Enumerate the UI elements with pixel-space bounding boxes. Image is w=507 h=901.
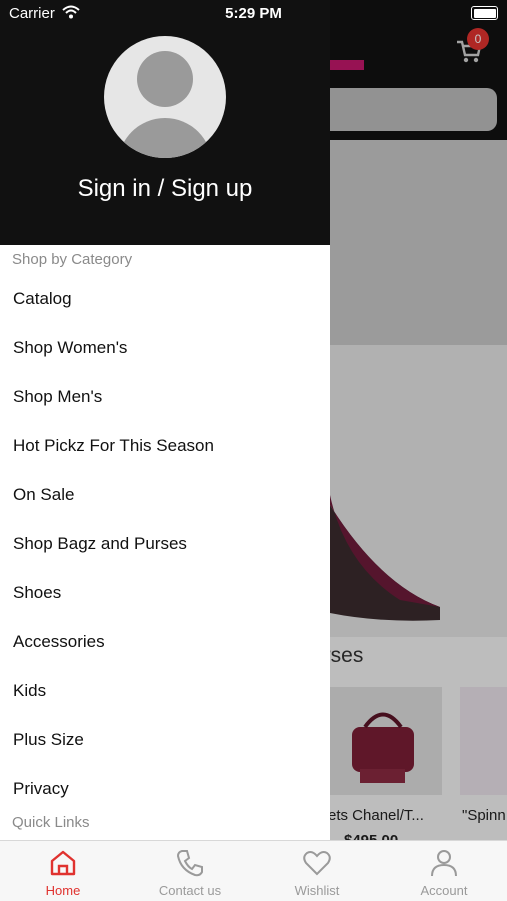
menu-item-plus-size[interactable]: Plus Size xyxy=(13,730,84,750)
section-label-shop-by-category: Shop by Category xyxy=(12,251,133,268)
tab-home[interactable]: Home xyxy=(0,841,126,901)
menu-item-shop-womens[interactable]: Shop Women's xyxy=(13,338,127,358)
menu-item-kids[interactable]: Kids xyxy=(13,681,46,701)
tab-label: Wishlist xyxy=(294,883,340,898)
menu-item-on-sale[interactable]: On Sale xyxy=(13,485,74,505)
menu-item-shoes[interactable]: Shoes xyxy=(13,583,61,603)
tab-label: Account xyxy=(420,883,468,898)
tab-account[interactable]: Account xyxy=(381,841,507,901)
sign-in-link[interactable]: Sign in / Sign up xyxy=(0,175,330,203)
avatar-body xyxy=(118,118,212,158)
menu-item-privacy[interactable]: Privacy xyxy=(13,779,69,799)
tab-label: Contact us xyxy=(158,883,222,898)
menu-item-shop-mens[interactable]: Shop Men's xyxy=(13,387,102,407)
drawer-header: Sign in / Sign up xyxy=(0,0,330,245)
avatar-head xyxy=(137,51,193,107)
heart-icon xyxy=(303,851,331,876)
status-bar: Carrier 5:29 PM xyxy=(0,0,507,28)
tab-label: Home xyxy=(45,883,81,898)
home-icon xyxy=(50,850,76,876)
tab-wishlist[interactable]: Wishlist xyxy=(254,841,380,901)
clock: 5:29 PM xyxy=(225,5,282,22)
person-icon xyxy=(431,850,457,877)
battery-icon xyxy=(471,6,498,20)
menu-item-bagz-and-purses[interactable]: Shop Bagz and Purses xyxy=(13,534,187,554)
section-label-quick-links: Quick Links xyxy=(12,814,90,831)
tab-contact-us[interactable]: Contact us xyxy=(127,841,253,901)
avatar[interactable] xyxy=(104,36,226,158)
menu-item-catalog[interactable]: Catalog xyxy=(13,289,72,309)
tab-bar: Home Contact us Wishlist Account xyxy=(0,840,507,901)
menu-item-accessories[interactable]: Accessories xyxy=(13,632,105,652)
side-drawer: Sign in / Sign up Shop by Category Catal… xyxy=(0,0,330,840)
phone-icon xyxy=(176,850,203,877)
menu-item-hot-pickz[interactable]: Hot Pickz For This Season xyxy=(13,436,214,456)
